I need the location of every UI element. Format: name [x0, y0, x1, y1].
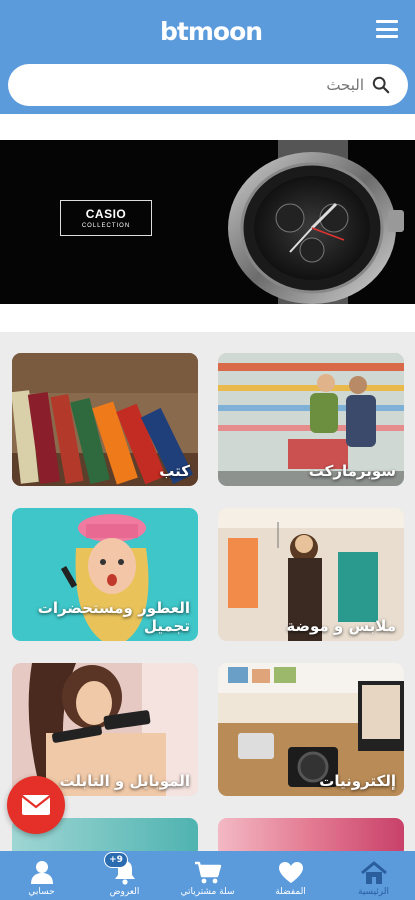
- category-label: كتب: [159, 462, 190, 480]
- search-input[interactable]: [64, 76, 364, 94]
- nav-home[interactable]: الرئيسية: [332, 851, 415, 900]
- category-perfume-cosmetics[interactable]: العطور ومستحضرات تجميل: [12, 508, 198, 641]
- category-label: إلكترونيات: [319, 772, 396, 790]
- spacer-strip: [0, 114, 415, 140]
- contact-button[interactable]: [7, 776, 65, 834]
- nav-label-cart: سلة مشترياتي: [180, 887, 235, 897]
- category-grid: سوبرماركت كتب ملابس و موضة العطور ومستحض…: [0, 332, 415, 858]
- bottom-nav: الرئيسية المفضلة سلة مشترياتي 9+ العروض …: [0, 851, 415, 900]
- category-electronics[interactable]: إلكترونيات: [218, 663, 404, 796]
- casio-logo: CASIO COLLECTION: [60, 200, 152, 236]
- category-label: الموبايل و التابلت: [59, 772, 190, 790]
- category-label: ملابس و موضة: [286, 617, 396, 635]
- category-label: سوبرماركت: [308, 462, 396, 480]
- header: btmoon: [0, 0, 415, 114]
- home-icon: [360, 861, 387, 884]
- watch-image: [228, 140, 404, 304]
- offers-badge: 9+: [104, 852, 128, 868]
- heart-icon: [278, 862, 303, 883]
- category-supermarket[interactable]: سوبرماركت: [218, 353, 404, 486]
- nav-label-offers: العروض: [109, 887, 140, 897]
- nav-label-favorites: المفضلة: [275, 887, 306, 897]
- promo-banner[interactable]: CASIO COLLECTION: [0, 140, 415, 304]
- section-gap: [0, 304, 415, 332]
- cart-icon: [194, 861, 221, 884]
- nav-label-home: الرئيسية: [358, 887, 389, 897]
- user-icon: [30, 861, 53, 884]
- search-bar[interactable]: [8, 64, 408, 106]
- envelope-icon: [21, 795, 51, 815]
- banner-brand: CASIO: [85, 207, 127, 221]
- category-fashion[interactable]: ملابس و موضة: [218, 508, 404, 641]
- nav-label-account: حسابي: [28, 887, 55, 897]
- nav-cart[interactable]: سلة مشترياتي: [166, 851, 249, 900]
- category-books[interactable]: كتب: [12, 353, 198, 486]
- hamburger-icon[interactable]: [376, 20, 398, 38]
- nav-offers[interactable]: 9+ العروض: [83, 851, 166, 900]
- search-icon: [372, 76, 390, 94]
- app-logo[interactable]: btmoon: [160, 14, 263, 50]
- nav-account[interactable]: حسابي: [0, 851, 83, 900]
- category-label: العطور ومستحضرات تجميل: [37, 599, 190, 635]
- banner-collection: COLLECTION: [81, 223, 131, 229]
- nav-favorites[interactable]: المفضلة: [249, 851, 332, 900]
